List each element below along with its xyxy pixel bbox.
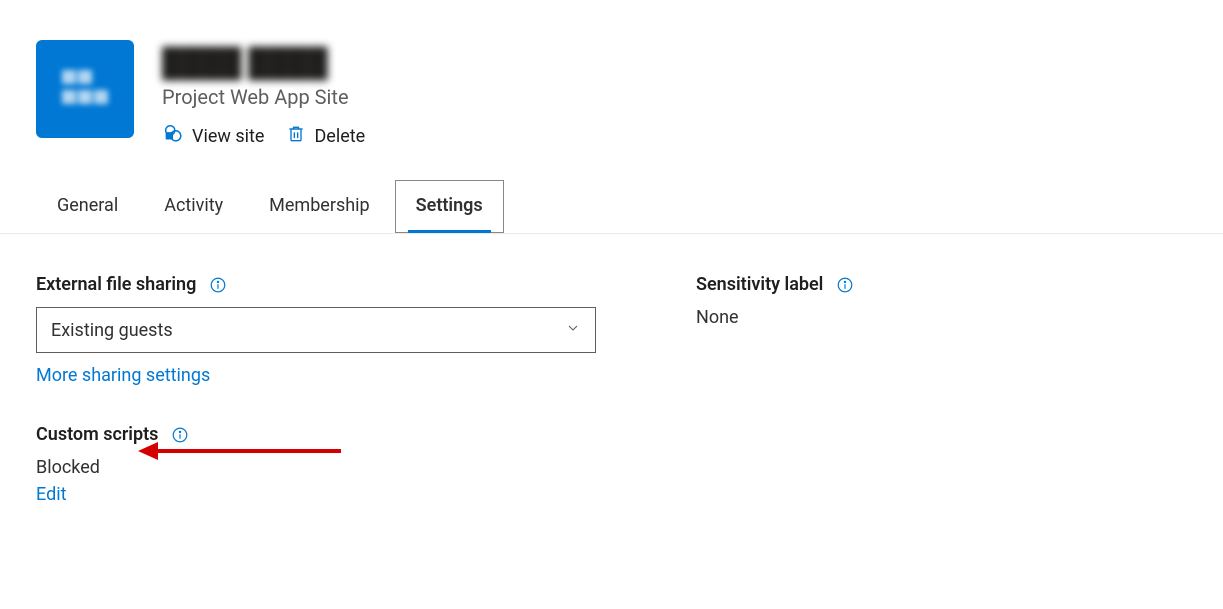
site-tile [36,40,134,138]
tab-activity[interactable]: Activity [143,180,244,233]
delete-link[interactable]: Delete [286,123,365,150]
custom-scripts-status: Blocked [36,457,596,478]
svg-text:S: S [168,134,171,140]
custom-scripts-section: Custom scripts Blocked Edit [36,424,596,505]
external-sharing-dropdown[interactable]: Existing guests [36,307,596,353]
tab-settings[interactable]: Settings [395,180,504,233]
tab-general[interactable]: General [36,180,139,233]
more-sharing-settings-link[interactable]: More sharing settings [36,365,596,386]
sharepoint-icon: S [162,123,184,150]
tab-membership[interactable]: Membership [248,180,391,233]
sensitivity-label-heading: Sensitivity label [696,274,823,295]
info-icon[interactable] [208,275,228,295]
site-title: ████ ████ [162,46,365,79]
delete-label: Delete [314,126,365,147]
view-site-link[interactable]: S View site [162,123,264,150]
sensitivity-label-section: Sensitivity label None [696,274,1187,328]
site-subtitle: Project Web App Site [162,85,365,109]
info-icon[interactable] [835,275,855,295]
external-file-sharing-heading: External file sharing [36,274,196,295]
trash-icon [286,123,306,150]
external-file-sharing-section: External file sharing Existing guests [36,274,596,386]
custom-scripts-edit-link[interactable]: Edit [36,484,596,505]
sensitivity-label-value: None [696,307,1187,328]
tabs: General Activity Membership Settings [0,180,1223,234]
info-icon[interactable] [170,425,190,445]
chevron-down-icon [565,320,581,341]
external-sharing-selected: Existing guests [51,320,173,341]
view-site-label: View site [192,126,264,147]
custom-scripts-heading: Custom scripts [36,424,158,445]
site-header: ████ ████ Project Web App Site S View si… [36,40,1187,150]
